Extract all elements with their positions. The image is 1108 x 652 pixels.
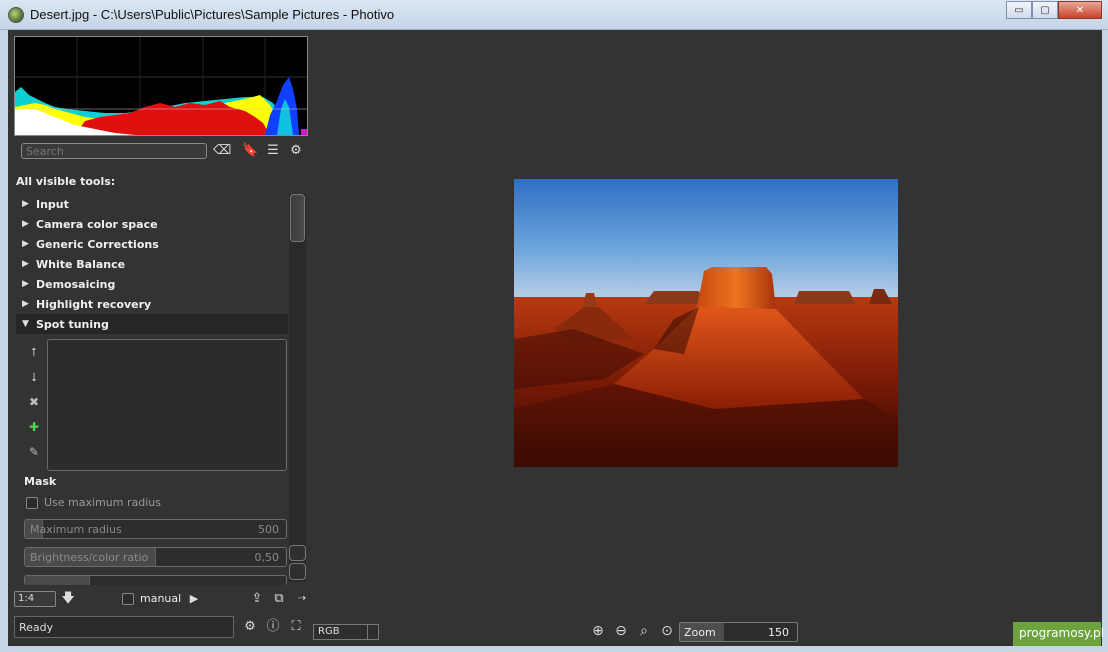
left-panel-bottom-bar: 1:4 🡇 manual ▶ ⇪ ⧉ ⇢ xyxy=(14,591,308,609)
manual-label: manual xyxy=(140,592,182,605)
spot-tuning-panel: ⭡ ⭣ ✖ ✚ ✎ Mask Use maximum radius Maximu… xyxy=(16,334,288,585)
mini-scroll-upper[interactable] xyxy=(289,545,306,561)
tool-item-generic-corrections[interactable]: ▶ Generic Corrections xyxy=(16,234,288,254)
zoom-ratio-select[interactable]: 1:4 xyxy=(14,591,56,607)
use-maximum-radius-checkbox[interactable] xyxy=(26,496,38,509)
window-frame-bottom xyxy=(0,646,1108,652)
backspace-icon[interactable]: ⌫ xyxy=(213,143,231,159)
arrow-up-icon[interactable]: ⭡ xyxy=(26,342,42,367)
tool-item-spot-tuning[interactable]: ▼ Spot tuning xyxy=(16,314,288,334)
tool-item-input[interactable]: ▶ Input xyxy=(16,194,288,214)
zoom-slider-value: 150 xyxy=(768,626,789,639)
window-controls: ▭ ▢ ✕ xyxy=(1006,1,1102,19)
bookmark-icon[interactable]: 🔖 xyxy=(242,143,258,159)
color-mode-select[interactable]: RGB xyxy=(313,624,379,640)
tool-list: ▶ Input ▶ Camera color space ▶ Generic Corr… xyxy=(16,194,288,334)
more-arrow-icon[interactable]: ⇢ xyxy=(294,591,310,607)
window-title: Desert.jpg - C:\Users\Public\Pictures\Sa… xyxy=(30,7,395,22)
eyedropper-icon[interactable]: ✎ xyxy=(26,442,42,467)
window-frame-left xyxy=(0,30,8,652)
manual-toggle[interactable]: manual xyxy=(122,592,181,605)
fit-window-icon[interactable]: ⧉ xyxy=(271,591,287,607)
scrollbar-thumb[interactable] xyxy=(290,194,305,242)
info-icon[interactable]: ⓘ xyxy=(265,619,281,635)
triangle-right-icon: ▶ xyxy=(22,299,29,309)
zoom-out-icon[interactable]: ⊖ xyxy=(612,623,630,639)
tool-item-demosaicing[interactable]: ▶ Demosaicing xyxy=(16,274,288,294)
slider-value: 500 xyxy=(258,523,279,536)
use-maximum-radius-row[interactable]: Use maximum radius xyxy=(26,496,161,509)
histogram-graph xyxy=(15,37,307,135)
divider xyxy=(367,625,368,639)
mask-section-label: Mask xyxy=(24,475,57,488)
tools-heading: All visible tools: xyxy=(16,175,116,188)
minimize-button[interactable]: ▭ xyxy=(1006,1,1032,19)
gear-icon[interactable]: ⚙ xyxy=(288,143,304,159)
triangle-down-icon: ▼ xyxy=(22,319,29,329)
delete-icon[interactable]: ✖ xyxy=(26,392,42,417)
main-window-client: ⌫ 🔖 ☰ ⚙ All visible tools: ▶Input ▶Camer… xyxy=(8,30,1104,646)
arrow-down-icon[interactable]: ⭣ xyxy=(26,367,42,392)
tool-search-input[interactable] xyxy=(21,143,207,159)
use-maximum-radius-label: Use maximum radius xyxy=(44,496,161,509)
tool-item-camera-color-space[interactable]: ▶ Camera color space xyxy=(16,214,288,234)
zoom-fit-icon[interactable]: ⌕ xyxy=(635,623,653,639)
image-preview[interactable] xyxy=(514,179,898,467)
triangle-right-icon: ▶ xyxy=(22,239,29,249)
color-mode-label: RGB xyxy=(318,626,340,637)
gear-icon[interactable]: ⚙ xyxy=(242,619,258,635)
triangle-right-icon: ▶ xyxy=(22,259,29,269)
triangle-right-icon: ▶ xyxy=(22,199,29,209)
spot-tuning-side-toolbar: ⭡ ⭣ ✖ ✚ ✎ xyxy=(26,342,42,467)
mini-scroll-lower[interactable] xyxy=(289,563,306,580)
photivo-app-icon xyxy=(8,7,24,23)
slider-fill xyxy=(25,576,91,585)
zoom-slider-label: Zoom xyxy=(684,626,716,639)
zoom-in-icon[interactable]: ⊕ xyxy=(589,623,607,639)
tool-item-white-balance[interactable]: ▶ White Balance xyxy=(16,254,288,274)
spot-list[interactable] xyxy=(47,339,287,471)
partial-slider[interactable] xyxy=(24,575,287,585)
status-bar: Ready xyxy=(14,616,234,638)
triangle-right-icon: ▶ xyxy=(22,219,29,229)
slider-label: Brightness/color ratio xyxy=(30,551,149,564)
maximum-radius-slider[interactable]: Maximum radius 500 xyxy=(24,519,287,539)
zoom-100-icon[interactable]: ⊙ xyxy=(658,623,676,639)
window-frame-right xyxy=(1102,30,1108,652)
list-icon[interactable]: ☰ xyxy=(265,143,281,159)
zoom-tools: ⊕ ⊖ ⌕ ⊙ xyxy=(589,623,676,639)
brightness-color-ratio-slider[interactable]: Brightness/color ratio 0,50 xyxy=(24,547,287,567)
tool-panel-scrollbar[interactable] xyxy=(289,194,306,582)
slider-value: 0,50 xyxy=(254,551,280,564)
slider-label: Maximum radius xyxy=(30,523,122,536)
triangle-right-icon: ▶ xyxy=(22,279,29,289)
zoom-slider[interactable]: Zoom 150 xyxy=(679,622,798,642)
maximize-button[interactable]: ▢ xyxy=(1032,1,1058,19)
title-bar: Desert.jpg - C:\Users\Public\Pictures\Sa… xyxy=(0,0,1108,30)
close-button[interactable]: ✕ xyxy=(1058,1,1102,19)
tool-item-highlight-recovery[interactable]: ▶ Highlight recovery xyxy=(16,294,288,314)
fullscreen-icon[interactable]: ⛶ xyxy=(288,619,304,635)
manual-checkbox[interactable] xyxy=(122,592,134,605)
desert-photo xyxy=(514,179,898,467)
play-icon[interactable]: ▶ xyxy=(186,591,202,607)
export-icon[interactable]: ⇪ xyxy=(249,591,265,607)
add-icon[interactable]: ✚ xyxy=(26,417,42,442)
arrow-down-icon[interactable]: 🡇 xyxy=(60,591,76,607)
watermark-logo: programosy.pl xyxy=(1013,622,1104,646)
histogram xyxy=(14,36,308,136)
